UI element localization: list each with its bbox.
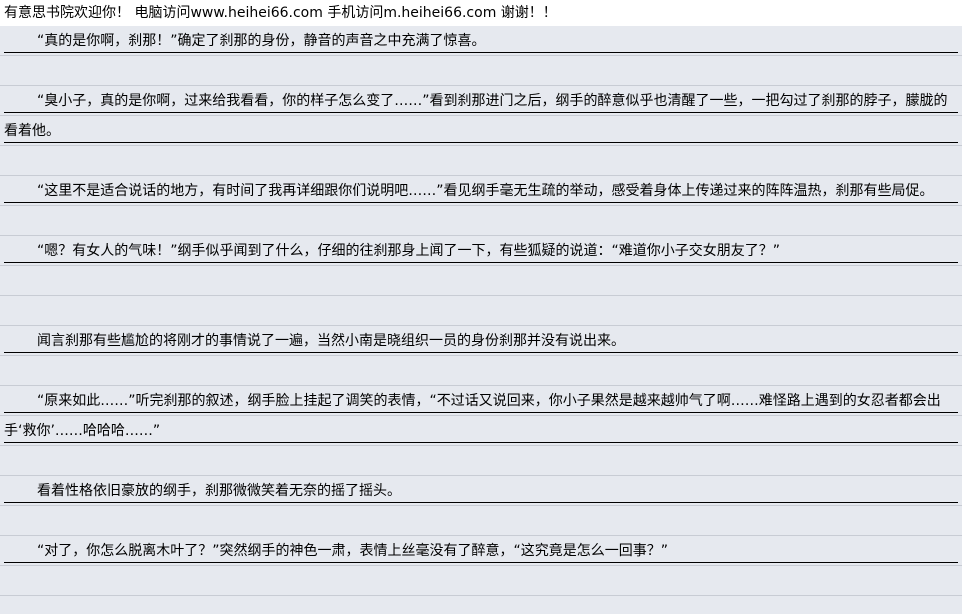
paragraph: “这里不是适合说话的地方，有时间了我再详细跟你们说明吧……”看见纲手毫无生疏的举… bbox=[0, 176, 962, 206]
paragraph: “对了，你怎么脱离木叶了？”突然纲手的神色一肃，表情上丝毫没有了醉意，“这究竟是… bbox=[0, 536, 962, 566]
paragraph-text: “这里不是适合说话的地方，有时间了我再详细跟你们说明吧……”看见纲手毫无生疏的举… bbox=[4, 176, 958, 206]
paragraph: “原来如此……”听完刹那的叙述，纲手脸上挂起了调笑的表情，“不过话又说回来，你小… bbox=[0, 386, 962, 446]
paragraph: “臭小子，真的是你啊，过来给我看看，你的样子怎么变了……”看到刹那进门之后，纲手… bbox=[0, 86, 962, 146]
paragraph-text: 闻言刹那有些尴尬的将刚才的事情说了一遍，当然小南是晓组织一员的身份刹那并没有说出… bbox=[4, 326, 958, 356]
paragraph-text: “真的是你啊，刹那！”确定了刹那的身份，静音的声音之中充满了惊喜。 bbox=[4, 26, 958, 56]
chapter-text: “真的是你啊，刹那！”确定了刹那的身份，静音的声音之中充满了惊喜。 “臭小子，真… bbox=[0, 26, 962, 614]
paragraph: 闻言刹那有些尴尬的将刚才的事情说了一遍，当然小南是晓组织一员的身份刹那并没有说出… bbox=[0, 326, 962, 356]
paragraph-text: “原来如此……”听完刹那的叙述，纲手脸上挂起了调笑的表情，“不过话又说回来，你小… bbox=[4, 386, 958, 446]
site-banner: 有意思书院欢迎你！ 电脑访问www.heihei66.com 手机访问m.hei… bbox=[0, 0, 962, 26]
paragraph-text: 看着性格依旧豪放的纲手，刹那微微笑着无奈的摇了摇头。 bbox=[4, 476, 958, 506]
paragraph: 看着性格依旧豪放的纲手，刹那微微笑着无奈的摇了摇头。 bbox=[0, 476, 962, 506]
paragraph-text: “嗯？有女人的气味！”纲手似乎闻到了什么，仔细的往刹那身上闻了一下，有些狐疑的说… bbox=[4, 236, 958, 266]
paragraph-text: “臭小子，真的是你啊，过来给我看看，你的样子怎么变了……”看到刹那进门之后，纲手… bbox=[4, 86, 958, 146]
paragraph: “嗯？有女人的气味！”纲手似乎闻到了什么，仔细的往刹那身上闻了一下，有些狐疑的说… bbox=[0, 236, 962, 266]
paragraph-text: “对了，你怎么脱离木叶了？”突然纲手的神色一肃，表情上丝毫没有了醉意，“这究竟是… bbox=[4, 536, 958, 566]
paragraph: “真的是你啊，刹那！”确定了刹那的身份，静音的声音之中充满了惊喜。 bbox=[0, 26, 962, 56]
